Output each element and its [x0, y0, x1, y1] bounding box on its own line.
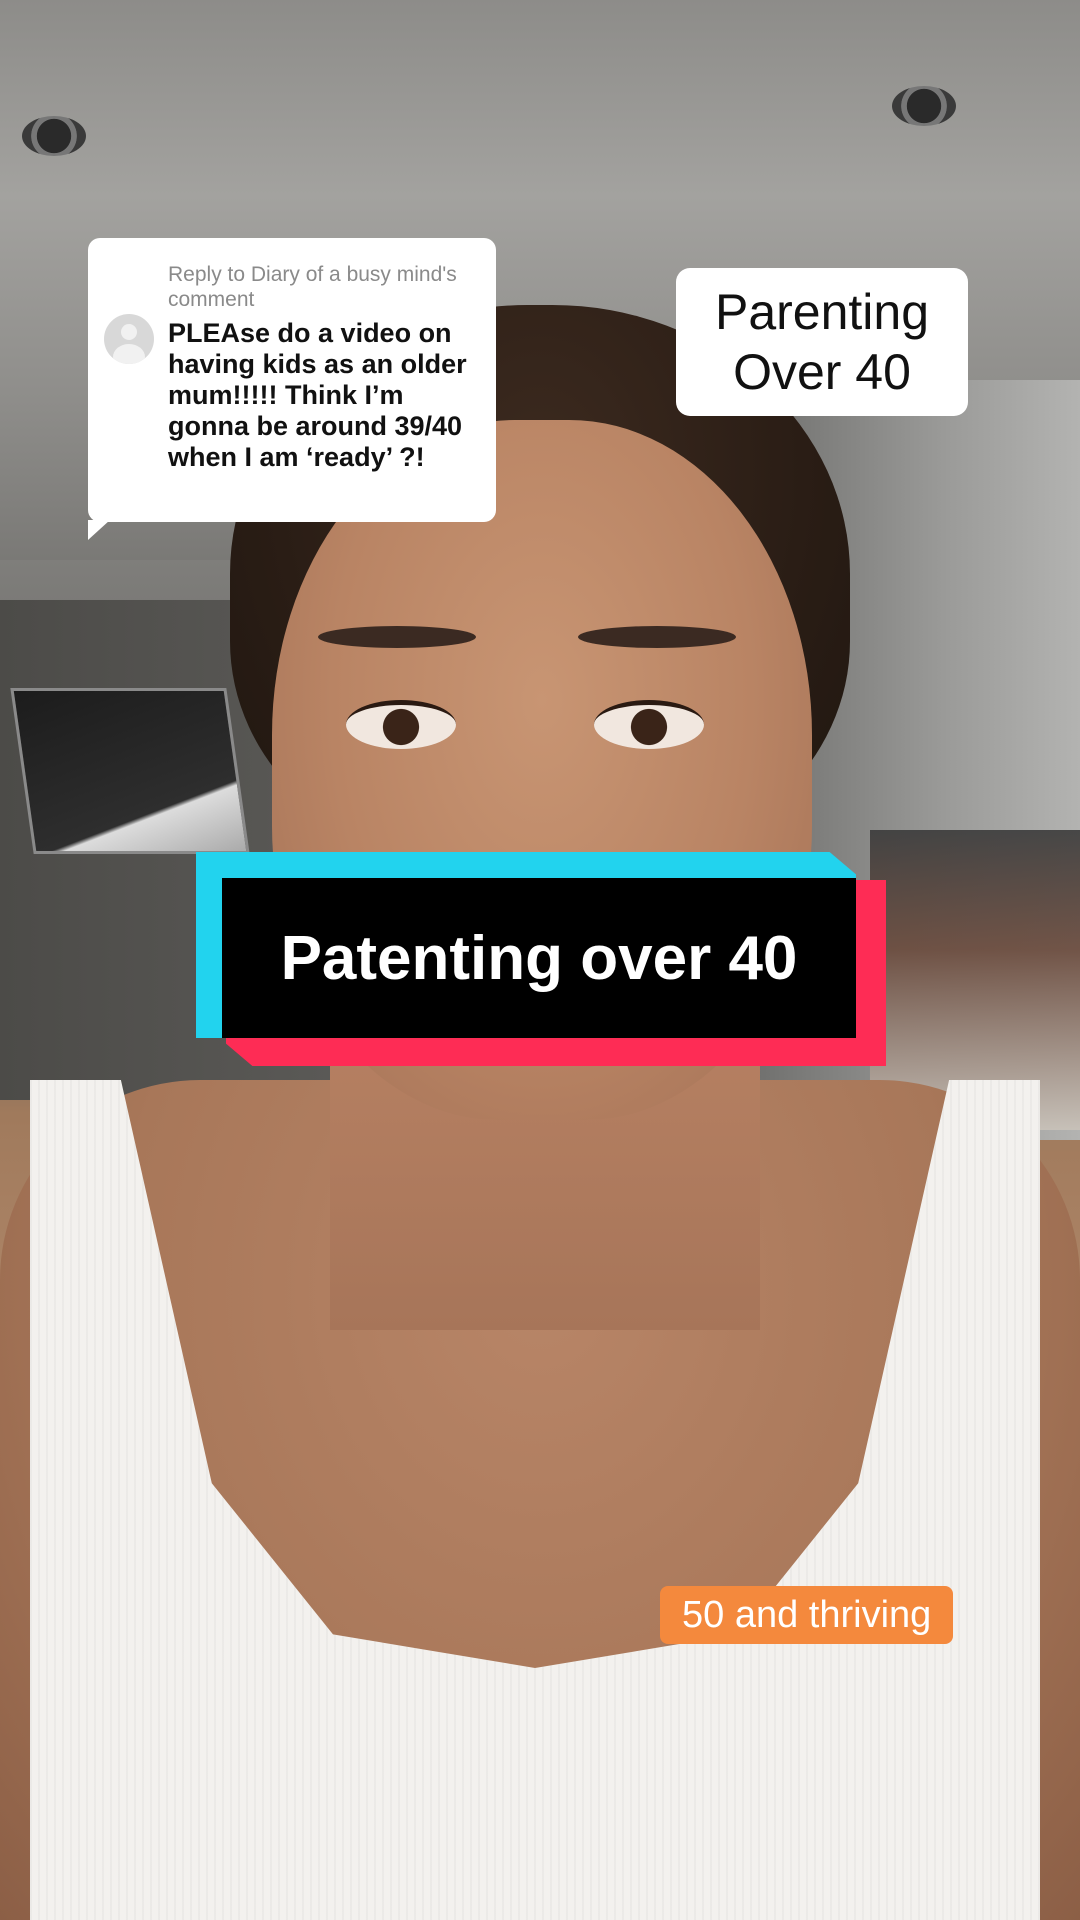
commenter-avatar-icon	[104, 314, 154, 364]
caption-text: Patenting over 40	[222, 878, 856, 1038]
ceiling-light-left	[22, 116, 86, 156]
title-line-2: Over 40	[733, 344, 911, 400]
reply-comment-text: PLEAse do a video on having kids as an o…	[168, 318, 467, 472]
reply-comment-card[interactable]: Reply to Diary of a busy mind's comment …	[88, 238, 496, 540]
title-sticker: Parenting Over 40	[676, 268, 968, 416]
left-eye	[346, 700, 456, 749]
right-eye	[594, 700, 704, 749]
skylight-window	[10, 688, 250, 854]
video-frame[interactable]: Reply to Diary of a busy mind's comment …	[0, 0, 1080, 1920]
title-line-1: Parenting	[714, 284, 930, 340]
right-eyebrow	[578, 626, 736, 648]
main-caption: Patenting over 40	[196, 852, 886, 1066]
tag-badge: 50 and thriving	[660, 1586, 954, 1644]
left-eyebrow	[318, 626, 476, 648]
ceiling-light-right	[892, 86, 956, 126]
reply-header-text: Reply to Diary of a busy mind's comment	[168, 263, 457, 311]
